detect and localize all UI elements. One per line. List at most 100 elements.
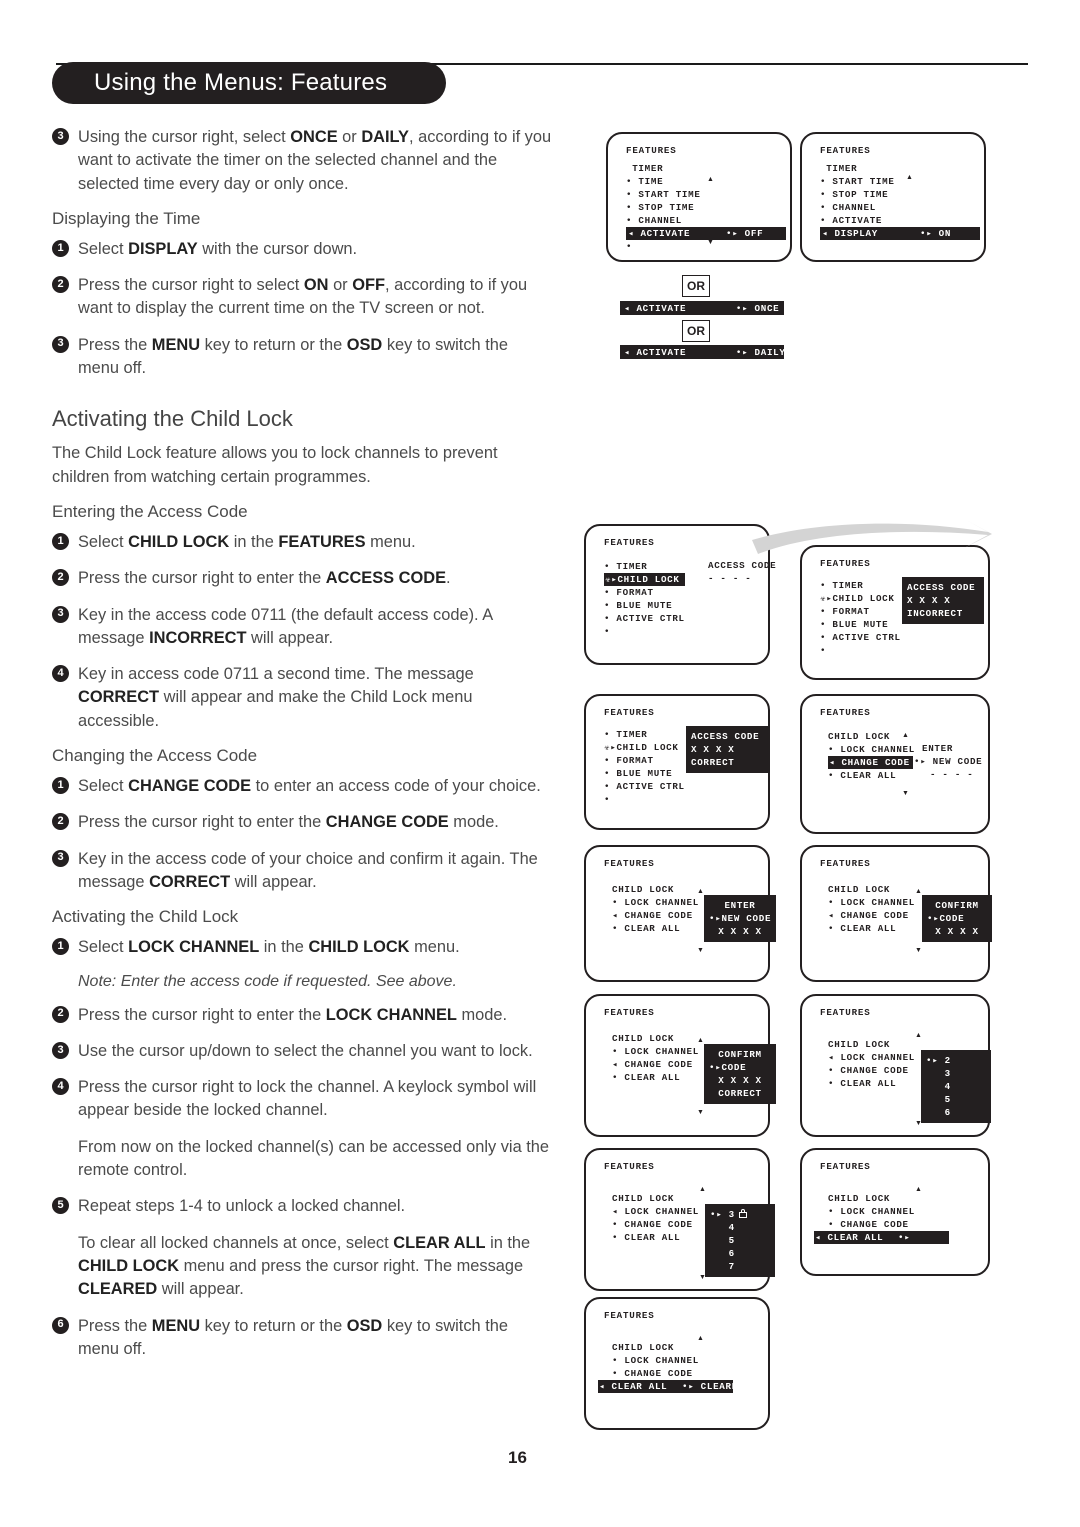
step-number-badge: 2: [52, 569, 69, 587]
osd-item: • CHANGE CODE: [828, 1218, 980, 1231]
instruction-step: 2 Press the cursor right to select ON or …: [52, 274, 552, 321]
step-text: Press the cursor right to lock the chann…: [78, 1078, 537, 1120]
osd-menu-title: FEATURES: [820, 707, 871, 718]
step-number-badge: 3: [52, 128, 69, 145]
instruction-step: 1 Select LOCK CHANNEL in the CHILD LOCK m…: [52, 936, 552, 959]
osd-row-value: •▸ CLEARED: [682, 1381, 745, 1392]
osd-menu-title: FEATURES: [604, 1007, 655, 1018]
page-title-pill: Using the Menus: Features: [52, 62, 446, 104]
osd-code-panel: ENTER •▸NEW CODE X X X X: [704, 895, 776, 942]
osd-row-label: • LOCK CHANNEL: [828, 744, 915, 755]
osd-panel-title: ACCESS CODE: [708, 560, 777, 571]
osd-panel-value: - - - -: [708, 573, 752, 584]
scroll-up-arrow: ▲: [902, 732, 909, 739]
osd-panel-line: X X X X: [718, 926, 762, 937]
osd-row-label: CHILD LOCK: [828, 731, 891, 742]
osd-row-selected: ◂ ACTIVATE •▸ OFF: [626, 227, 786, 240]
osd-row-label: • ACTIVATE: [820, 215, 883, 226]
osd-access-code-panel: ACCESS CODE X X X X CORRECT: [686, 726, 768, 773]
instruction-step: 6 Press the MENU key to return or the OSD…: [52, 1315, 552, 1362]
osd-item: • CHANNEL: [820, 201, 976, 214]
osd-strip-daily: ◂ ACTIVATE •▸ DAILY: [620, 345, 785, 359]
osd-row-value: - - - -: [930, 769, 974, 780]
osd-panel-line: 5: [926, 1094, 951, 1105]
osd-row-selected: ☣▸CHILD LOCK: [604, 573, 685, 586]
osd-row-label: CHILD LOCK: [612, 884, 675, 895]
osd-menu-title: FEATURES: [604, 537, 655, 548]
osd-menu-title: FEATURES: [820, 1161, 871, 1172]
osd-panel-line: 4: [926, 1081, 951, 1092]
osd-row-value: •▸ NEW CODE: [914, 756, 983, 767]
scroll-down-arrow: ▼: [699, 1274, 706, 1281]
step-text: Using the cursor right, select ONCE or D…: [78, 128, 552, 193]
step-text: Press the cursor right to enter the CHAN…: [78, 813, 499, 832]
page-title: Using the Menus: Features: [94, 69, 388, 96]
osd-row-label: CHILD LOCK: [828, 1193, 891, 1204]
osd-screen-childlock-changecode: FEATURES CHILD LOCK • LOCK CHANNEL ◂ CHANGE…: [800, 694, 990, 834]
osd-row-label: • BLUE MUTE: [604, 600, 673, 611]
osd-row-label: ◂ LOCK CHANNEL: [612, 1206, 700, 1217]
osd-item: • STOP TIME: [820, 188, 976, 201]
osd-body: TIMER • TIME • START TIME • STOP TIME • CHAN…: [626, 162, 786, 253]
osd-row-label: • FORMAT: [604, 587, 654, 598]
osd-panel-line: 6: [710, 1248, 735, 1259]
osd-row-label: • CHANNEL: [820, 202, 876, 213]
osd-panel-line: •▸ 2: [926, 1055, 951, 1066]
scroll-up-arrow: ▲: [915, 1032, 922, 1039]
osd-item: • TIME: [626, 175, 782, 188]
osd-row-label: • LOCK CHANNEL: [828, 897, 915, 908]
or-label-1: OR: [682, 275, 710, 297]
osd-panel-line: ENTER: [724, 900, 756, 911]
step-text: Select DISPLAY with the cursor down.: [78, 239, 358, 258]
scroll-up-arrow: ▲: [699, 1186, 706, 1193]
instruction-step: 3 Key in the access code 0711 (the defaul…: [52, 604, 552, 651]
scroll-up-arrow: ▲: [697, 1335, 704, 1342]
instruction-step: 4 Press the cursor right to lock the chan…: [52, 1076, 552, 1123]
osd-row-label: • STOP TIME: [820, 189, 889, 200]
osd-panel-line: •▸CODE: [709, 1062, 747, 1073]
osd-panel-line: •▸ 3: [710, 1208, 770, 1221]
instruction-step: 2 Press the cursor right to enter the CHA…: [52, 811, 552, 834]
osd-row-label: ◂ CHANGE CODE: [829, 757, 910, 768]
osd-panel-line: CONFIRM: [718, 1049, 762, 1060]
osd-menu-title: FEATURES: [604, 858, 655, 869]
osd-menu-title: FEATURES: [820, 1007, 871, 1018]
osd-row-label: ◂ LOCK CHANNEL: [828, 1052, 916, 1063]
osd-row-label: ◂ CLEAR ALL: [599, 1381, 668, 1392]
subsection-heading: Entering the Access Code: [52, 501, 248, 521]
osd-channel-panel: •▸ 3 4 5 6 7: [705, 1204, 775, 1277]
osd-heading-timer: TIMER: [626, 162, 782, 175]
osd-panel-line: CONFIRM: [935, 900, 979, 911]
subsection-heading: Displaying the Time: [52, 208, 201, 228]
osd-panel-line: X X X X: [935, 926, 979, 937]
osd-channel-panel: •▸ 2 3 4 5 6: [921, 1050, 991, 1123]
osd-panel-line: CORRECT: [691, 757, 735, 768]
instruction-step: 2 Press the cursor right to enter the LOC…: [52, 1004, 552, 1027]
osd-panel-line: 3: [926, 1068, 951, 1079]
osd-item: • LOCK CHANNEL: [828, 743, 980, 756]
osd-row-label: • START TIME: [820, 176, 895, 187]
osd-item: • BLUE MUTE: [604, 599, 760, 612]
scroll-down-arrow: ▼: [915, 1120, 922, 1127]
osd-menu-title: FEATURES: [604, 1310, 655, 1321]
osd-code-panel: CONFIRM •▸CODE X X X X CORRECT: [704, 1044, 776, 1104]
osd-row-selected: ◂ CLEAR ALL •▸: [814, 1231, 949, 1244]
osd-row-label: • CLEAR ALL: [612, 1072, 681, 1083]
osd-strip-once: ◂ ACTIVATE •▸ ONCE: [620, 301, 784, 315]
instruction-step: 2 Press the cursor right to enter the ACC…: [52, 567, 552, 590]
step-text: Press the cursor right to enter the ACCE…: [78, 569, 451, 588]
step-text: Select CHILD LOCK in the FEATURES menu.: [78, 532, 416, 551]
osd-row-label: CHILD LOCK: [828, 1039, 891, 1050]
step-number-badge: 2: [52, 1005, 69, 1023]
step-number-badge: 2: [52, 276, 69, 294]
osd-row-label: •: [604, 794, 611, 805]
osd-panel-line: ACCESS CODE: [907, 582, 976, 593]
osd-screen-confirm-code: FEATURES CHILD LOCK • LOCK CHANNEL ◂ CHANGE…: [800, 845, 992, 982]
osd-row-label: • CHANGE CODE: [828, 1065, 909, 1076]
step-text: Press the cursor right to enter the LOCK…: [78, 1005, 508, 1024]
osd-row-selected: ◂ CLEAR ALL •▸ CLEARED: [598, 1380, 743, 1393]
instruction-step: 4 Key in access code 0711 a second time. …: [52, 663, 552, 733]
osd-row-label: • LOCK CHANNEL: [612, 897, 699, 908]
osd-row-label: • BLUE MUTE: [820, 619, 889, 630]
osd-row-label: • ACTIVE CTRL: [820, 632, 901, 643]
